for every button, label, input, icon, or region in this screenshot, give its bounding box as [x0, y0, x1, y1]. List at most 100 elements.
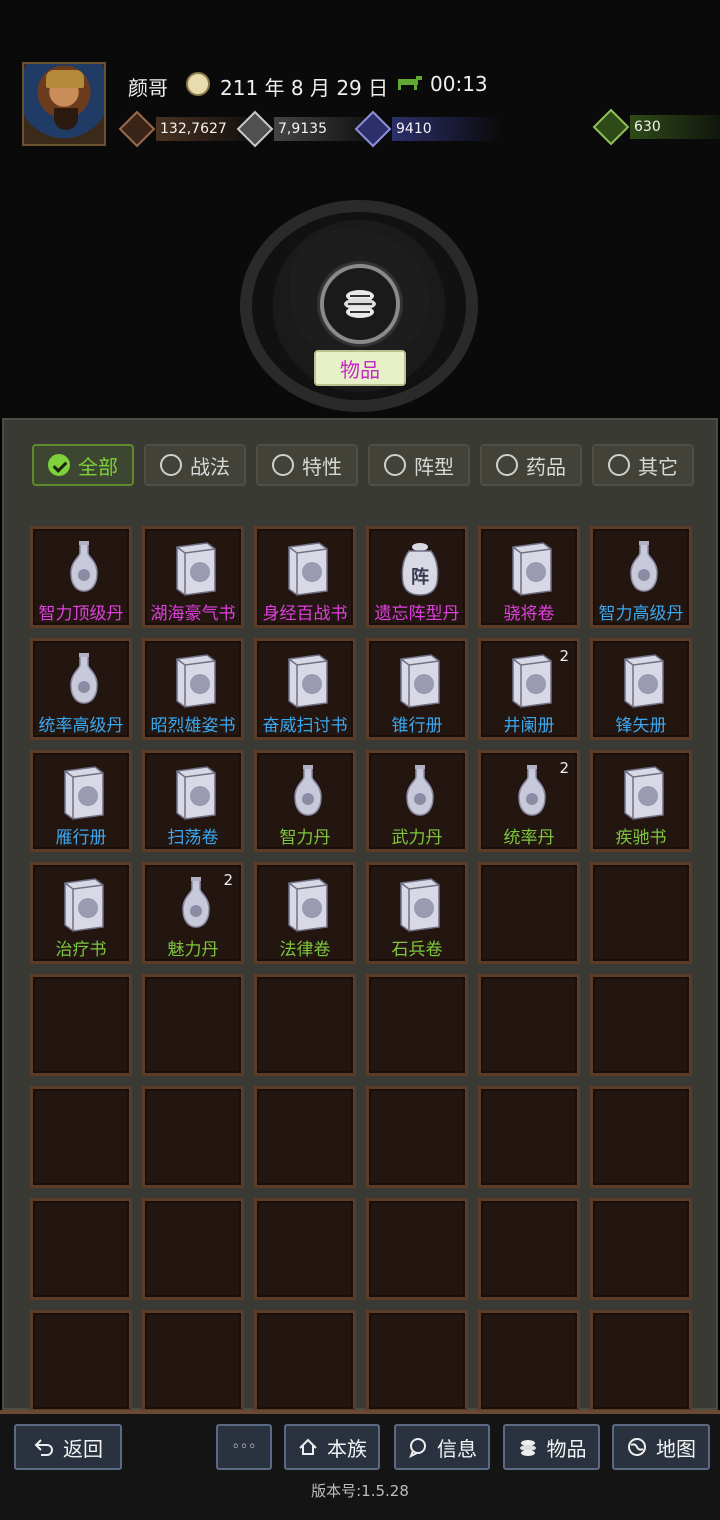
item-slot[interactable]: 奋威扫讨书 [254, 638, 356, 740]
player-avatar[interactable] [22, 62, 106, 146]
item-slot[interactable]: 石兵卷 [366, 862, 468, 964]
back-button[interactable]: 返回 [14, 1424, 122, 1470]
more-button[interactable]: ◦◦◦ [216, 1424, 272, 1470]
item-name: 智力丹 [279, 828, 331, 848]
clan-label: 本族 [327, 1436, 367, 1461]
book-icon [283, 875, 333, 935]
vase-icon [619, 539, 669, 599]
radio-icon [384, 454, 406, 476]
book-icon [171, 539, 221, 599]
troops-value: 9410 [392, 117, 502, 141]
filter-tab-label: 阵型 [414, 454, 454, 479]
empty-slot [30, 1086, 132, 1188]
radio-icon [608, 454, 630, 476]
item-slot[interactable]: 武力丹 [366, 750, 468, 852]
info-button[interactable]: 信息 [394, 1424, 490, 1470]
jade-resource[interactable]: 630 [592, 108, 720, 146]
item-slot[interactable]: 智力顶级丹 [30, 526, 132, 628]
category-title: 物品 [314, 350, 406, 386]
item-slot[interactable]: 雁行册 [30, 750, 132, 852]
scrolls-icon [344, 290, 376, 318]
item-slot[interactable]: 湖海豪气书 [142, 526, 244, 628]
item-slot[interactable]: 法律卷 [254, 862, 356, 964]
items-label: 物品 [546, 1436, 587, 1461]
empty-slot [30, 1310, 132, 1412]
item-name: 锋矢册 [615, 716, 667, 736]
filter-tab[interactable]: 阵型 [368, 444, 470, 486]
avatar-helmet [46, 70, 84, 88]
item-name: 法律卷 [279, 940, 331, 960]
filter-tab-label: 药品 [526, 454, 566, 479]
empty-slot [142, 974, 244, 1076]
radio-icon [496, 454, 518, 476]
empty-slot [142, 1310, 244, 1412]
game-time: 00:13 [430, 72, 488, 96]
more-label: ◦◦◦ [231, 1439, 257, 1455]
book-icon [619, 763, 669, 823]
item-slot[interactable]: 魅力丹 2 [142, 862, 244, 964]
book-icon [507, 651, 557, 711]
category-emblem-area: 物品 [0, 170, 720, 420]
filter-tab[interactable]: 战法 [144, 444, 246, 486]
player-name: 颜哥 [128, 76, 168, 100]
item-name: 治疗书 [55, 940, 107, 960]
map-label: 地图 [656, 1436, 696, 1461]
book-icon [171, 763, 221, 823]
globe-icon [626, 1436, 648, 1458]
item-slot[interactable]: 骁将卷 [478, 526, 580, 628]
radio-icon [272, 454, 294, 476]
undo-icon [33, 1436, 55, 1458]
item-name: 智力顶级丹 [38, 604, 124, 624]
item-name: 智力高级丹 [598, 604, 684, 624]
item-name: 魅力丹 [167, 940, 219, 960]
filter-tab[interactable]: 全部 [32, 444, 134, 486]
item-slot[interactable]: 锥行册 [366, 638, 468, 740]
coin-icon [118, 110, 156, 148]
item-slot[interactable]: 井阑册 2 [478, 638, 580, 740]
book-icon [619, 651, 669, 711]
chat-icon [407, 1436, 429, 1458]
item-slot[interactable]: 治疗书 [30, 862, 132, 964]
item-slot[interactable]: 疾驰书 [590, 750, 692, 852]
empty-slot [142, 1086, 244, 1188]
radio-icon [160, 454, 182, 476]
item-name: 统率丹 [503, 828, 555, 848]
empty-slot [478, 862, 580, 964]
map-button[interactable]: 地图 [612, 1424, 710, 1470]
clan-button[interactable]: 本族 [284, 1424, 380, 1470]
empty-slot [366, 1198, 468, 1300]
item-slot[interactable]: 锋矢册 [590, 638, 692, 740]
vase-icon [171, 875, 221, 935]
empty-slot [254, 1310, 356, 1412]
empty-slot [590, 862, 692, 964]
empty-slot [254, 1198, 356, 1300]
troops-resource: 9410 [354, 110, 502, 148]
empty-slot [478, 1198, 580, 1300]
item-slot[interactable]: 统率高级丹 [30, 638, 132, 740]
money-bag-icon [592, 108, 630, 146]
version-label: 版本号:1.5.28 [311, 1482, 409, 1500]
filter-tab-label: 战法 [190, 454, 230, 479]
empty-slot [590, 1086, 692, 1188]
item-slot[interactable]: 扫荡卷 [142, 750, 244, 852]
item-name: 井阑册 [503, 716, 555, 736]
filter-tab[interactable]: 药品 [480, 444, 582, 486]
item-slot[interactable]: 身经百战书 [254, 526, 356, 628]
item-slot[interactable]: 阵遗忘阵型丹 [366, 526, 468, 628]
item-slot[interactable]: 昭烈雄姿书 [142, 638, 244, 740]
items-button[interactable]: 物品 [503, 1424, 600, 1470]
empty-slot [590, 1310, 692, 1412]
empty-slot [254, 974, 356, 1076]
filter-tab[interactable]: 特性 [256, 444, 358, 486]
item-name: 统率高级丹 [38, 716, 124, 736]
empty-slot [254, 1086, 356, 1188]
calendar-icon [186, 72, 210, 96]
filter-tab[interactable]: 其它 [592, 444, 694, 486]
item-slot[interactable]: 统率丹 2 [478, 750, 580, 852]
item-slot[interactable]: 智力丹 [254, 750, 356, 852]
item-slot[interactable]: 智力高级丹 [590, 526, 692, 628]
filter-tab-label: 全部 [78, 454, 118, 479]
inventory-panel: 全部 战法 特性 阵型 药品 其它 智力顶级丹 湖海豪气书 身经百战书阵遗忘阵型丹 骁将卷 智力高… [2, 418, 718, 1412]
item-name: 扫荡卷 [167, 828, 219, 848]
item-count: 2 [223, 871, 233, 889]
